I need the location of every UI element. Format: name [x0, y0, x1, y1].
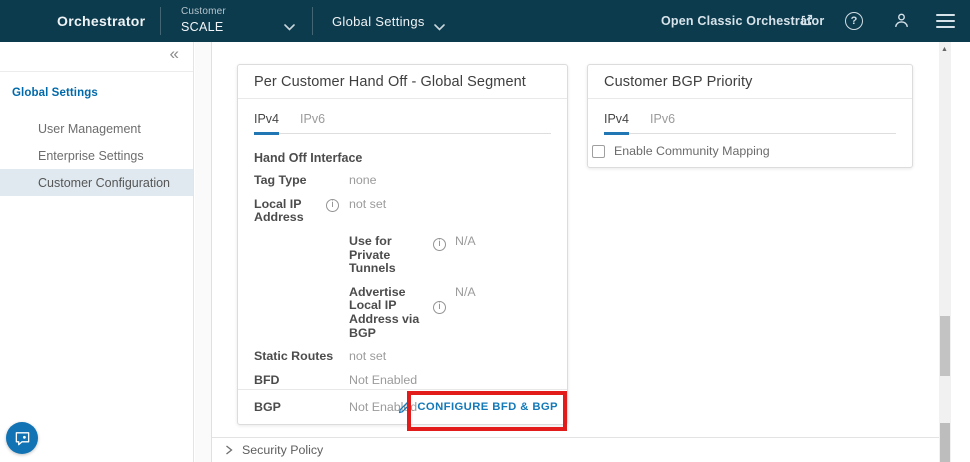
hamburger-bar — [936, 26, 955, 28]
sidebar-item-label: Customer Configuration — [38, 176, 170, 190]
sidebar-item-user-management[interactable]: User Management — [0, 115, 193, 142]
chevron-right-icon — [225, 445, 233, 455]
chevron-down-icon — [434, 18, 445, 36]
field-value: not set — [349, 198, 551, 212]
info-spacer: i — [433, 235, 455, 251]
configure-bfd-bgp-button[interactable]: CONFIGURE BFD & BGP — [398, 401, 558, 414]
field-row-tag-type: Tag Type none — [238, 174, 567, 188]
feedback-chat-button[interactable] — [6, 422, 38, 454]
card-footer: CONFIGURE BFD & BGP — [238, 389, 567, 424]
field-label: Static Routes — [254, 350, 349, 364]
field-row-advertise-local-ip: Advertise Local IP Address via BGP i N/A — [238, 286, 567, 341]
nav-menu-global-settings[interactable]: Global Settings — [332, 0, 425, 42]
info-spacer: i — [316, 198, 349, 212]
field-label: Local IP Address — [254, 198, 316, 225]
card-title: Per Customer Hand Off - Global Segment — [238, 65, 567, 99]
info-icon[interactable]: i — [326, 199, 339, 212]
customer-selector-label: Customer — [181, 6, 226, 17]
top-navigation-bar: Orchestrator Customer SCALE Global Setti… — [0, 0, 970, 42]
sidebar-nav: User Management Enterprise Settings Cust… — [0, 115, 193, 196]
chevron-down-icon — [284, 18, 295, 36]
sidebar-item-label: User Management — [38, 122, 141, 136]
field-value: Not Enabled — [349, 374, 551, 388]
field-label: Use for Private Tunnels — [349, 235, 433, 276]
field-label: BFD — [254, 374, 349, 388]
card-title: Customer BGP Priority — [588, 65, 912, 99]
hamburger-bar — [936, 14, 955, 16]
tab-ipv4[interactable]: IPv4 — [254, 112, 279, 135]
header-divider — [312, 7, 313, 35]
handoff-fields: Tag Type none Local IP Address i not set… — [238, 174, 567, 414]
per-customer-hand-off-card: Per Customer Hand Off - Global Segment I… — [237, 64, 568, 425]
enable-community-mapping-checkbox[interactable] — [592, 145, 605, 158]
hamburger-bar — [936, 20, 955, 22]
tab-ipv6[interactable]: IPv6 — [300, 112, 325, 135]
field-row-use-for-private-tunnels: Use for Private Tunnels i N/A — [238, 235, 567, 276]
sidebar-item-customer-configuration[interactable]: Customer Configuration — [0, 169, 193, 196]
sidebar-section-global-settings[interactable]: Global Settings — [12, 87, 193, 100]
field-value: none — [349, 174, 551, 188]
user-account-icon[interactable] — [893, 12, 910, 34]
header-divider — [160, 7, 161, 35]
field-value: not set — [349, 350, 551, 364]
security-policy-accordion[interactable]: Security Policy — [212, 437, 939, 462]
external-link-icon — [800, 14, 813, 32]
info-spacer — [316, 174, 349, 175]
app-title: Orchestrator — [57, 0, 145, 42]
customer-selector[interactable]: Customer SCALE — [181, 6, 226, 34]
customer-bgp-priority-card: Customer BGP Priority IPv4 IPv6 Enable C… — [587, 64, 913, 168]
pencil-icon — [398, 401, 411, 414]
hand-off-interface-label: Hand Off Interface — [254, 151, 551, 165]
sidebar-header: « — [0, 42, 193, 72]
bgp-tab-bar: IPv4 IPv6 — [604, 112, 896, 134]
checkbox-label: Enable Community Mapping — [614, 144, 770, 158]
info-spacer: i — [433, 286, 455, 314]
info-icon[interactable]: i — [433, 301, 446, 314]
field-label: Tag Type — [254, 174, 316, 188]
scrollbar-thumb[interactable] — [940, 316, 950, 376]
field-value: N/A — [455, 235, 551, 249]
sidebar-item-enterprise-settings[interactable]: Enterprise Settings — [0, 142, 193, 169]
hamburger-menu-icon[interactable] — [936, 14, 955, 28]
field-row-local-ip-address: Local IP Address i not set — [238, 198, 567, 225]
content-left-border — [211, 42, 212, 462]
accordion-label: Security Policy — [242, 443, 323, 457]
info-icon[interactable]: i — [433, 238, 446, 251]
scrollbar-track[interactable] — [939, 42, 951, 462]
scrollbar-thumb[interactable] — [940, 423, 950, 462]
help-icon[interactable]: ? — [845, 12, 863, 30]
enable-community-mapping-row: Enable Community Mapping — [592, 144, 896, 158]
field-value: N/A — [455, 286, 551, 300]
sidebar-item-label: Enterprise Settings — [38, 149, 144, 163]
field-label: Advertise Local IP Address via BGP — [349, 286, 433, 341]
collapse-sidebar-icon[interactable]: « — [170, 44, 179, 64]
scrollbar-up-arrow-icon[interactable]: ▲ — [941, 46, 948, 53]
tab-ipv6[interactable]: IPv6 — [650, 112, 675, 135]
chat-bubble-icon — [14, 430, 31, 447]
tab-ipv4[interactable]: IPv4 — [604, 112, 629, 135]
sidebar: « Global Settings User Management Enterp… — [0, 42, 194, 462]
customer-selector-value: SCALE — [181, 20, 226, 34]
field-row-bfd: BFD Not Enabled — [238, 374, 567, 388]
handoff-tab-bar: IPv4 IPv6 — [254, 112, 551, 134]
sidebar-gutter — [195, 42, 211, 462]
field-row-static-routes: Static Routes not set — [238, 350, 567, 364]
configure-bfd-bgp-label: CONFIGURE BFD & BGP — [417, 401, 558, 413]
